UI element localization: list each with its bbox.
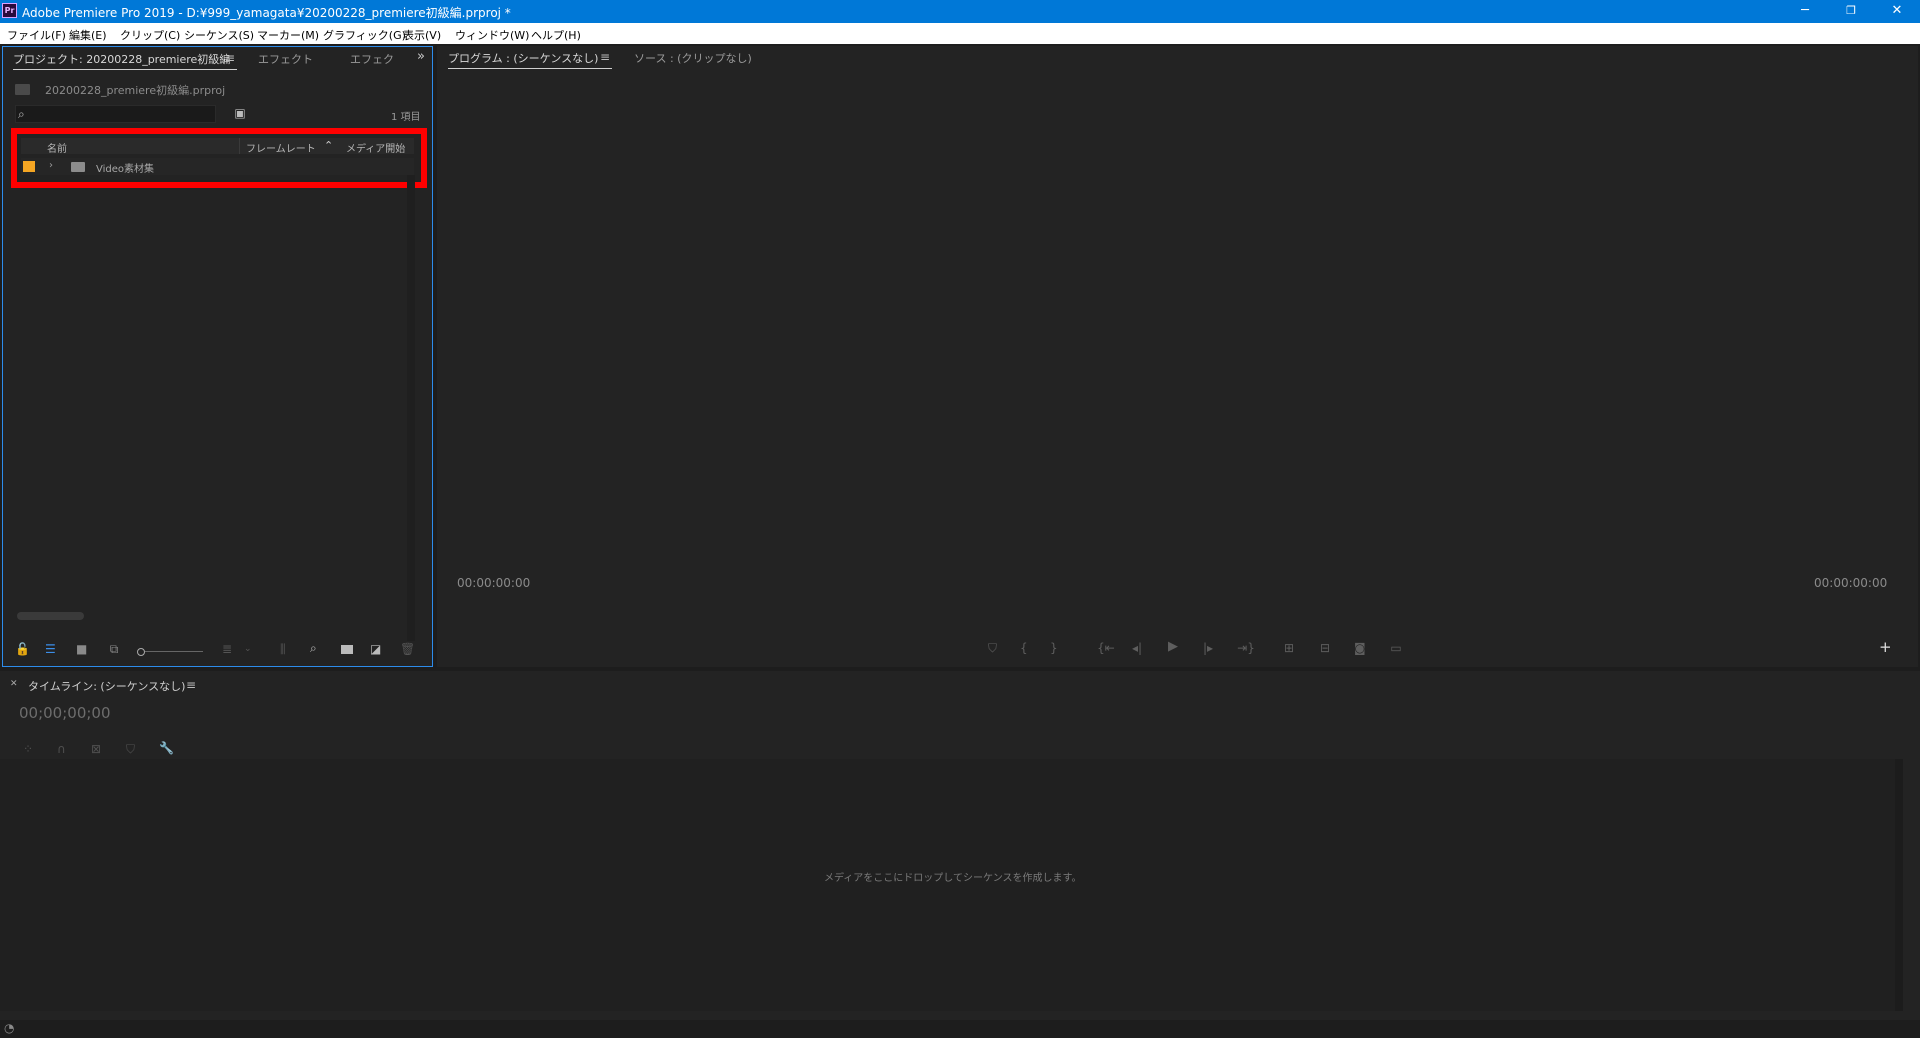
window-title: Adobe Premiere Pro 2019 - D:¥999_yamagat… <box>22 6 511 20</box>
duration-timecode: 00:00:00:00 <box>1814 576 1888 590</box>
menu-file[interactable]: ファイル(F) <box>7 27 66 43</box>
menu-view[interactable]: 表示(V) <box>403 27 441 43</box>
overflow-chevron-icon[interactable]: » <box>417 50 425 64</box>
list-view-icon[interactable]: ☰ <box>45 642 56 656</box>
sort-dropdown-icon[interactable]: ⌄ <box>244 642 252 656</box>
nest-sequence-icon[interactable]: ⁘ <box>23 742 33 756</box>
project-panel: プロジェクト: 20200228_premiere初級編 ≡ エフェクト エフェ… <box>2 46 433 667</box>
wrench-icon[interactable]: 🔧 <box>159 741 174 755</box>
close-window-button[interactable]: ✕ <box>1874 0 1920 23</box>
close-icon[interactable]: ✕ <box>10 677 18 691</box>
lock-icon[interactable]: 🔓 <box>15 642 30 656</box>
export-frame-camera-icon[interactable]: ◙ <box>1354 641 1366 655</box>
tab-source[interactable]: ソース : (クリップなし) <box>634 50 752 66</box>
comparison-view-icon[interactable]: ▭ <box>1386 641 1406 655</box>
menu-bar: ファイル(F) 編集(E) クリップ(C) シーケンス(S) マーカー(M) グ… <box>0 23 1920 44</box>
creative-cloud-sync-icon[interactable]: ◔ <box>4 1021 14 1035</box>
timeline-panel: ✕ タイムライン: (シーケンスなし) ≡ 00;00;00;00 ⁘ ∩ ⊠ … <box>0 671 1920 1020</box>
add-marker-icon[interactable]: ⛉ <box>988 641 997 655</box>
freeform-view-icon[interactable]: ⧉ <box>104 642 124 656</box>
trash-icon[interactable]: 🗑 <box>400 642 415 656</box>
button-editor-plus-icon[interactable]: + <box>1879 640 1892 655</box>
tab-effects-truncated[interactable]: エフェク <box>350 51 394 67</box>
menu-graphics[interactable]: グラフィック(G) <box>323 27 406 43</box>
zoom-slider-track[interactable] <box>145 651 203 652</box>
search-icon: ⌕ <box>18 107 25 121</box>
minimize-button[interactable]: ─ <box>1782 0 1828 23</box>
extract-icon[interactable]: ⊟ <box>1316 641 1334 655</box>
snap-magnet-icon[interactable]: ∩ <box>57 742 66 756</box>
title-bar: Pr Adobe Premiere Pro 2019 - D:¥999_yama… <box>0 0 1920 23</box>
active-tab-indicator <box>448 68 612 69</box>
menu-edit[interactable]: 編集(E) <box>69 27 107 43</box>
menu-help[interactable]: ヘルプ(H) <box>531 27 581 43</box>
vertical-scrollbar[interactable] <box>407 175 415 641</box>
timeline-vertical-scrollbar[interactable] <box>1895 759 1903 1011</box>
project-bin-icon <box>15 84 30 95</box>
restore-button[interactable]: ❐ <box>1828 0 1874 23</box>
project-file-name: 20200228_premiere初級編.prproj <box>45 84 226 97</box>
new-bin-icon[interactable] <box>341 645 353 654</box>
status-bar: ◔ <box>0 1020 1920 1038</box>
panel-menu-icon[interactable]: ≡ <box>186 678 196 692</box>
menu-sequence[interactable]: シーケンス(S) <box>184 27 254 43</box>
linked-selection-icon[interactable]: ⊠ <box>91 742 101 756</box>
panel-menu-icon[interactable]: ≡ <box>600 50 610 64</box>
new-item-icon[interactable]: ◪ <box>370 642 381 656</box>
lift-icon[interactable]: ⊞ <box>1280 641 1298 655</box>
tab-project[interactable]: プロジェクト: 20200228_premiere初級編 <box>13 51 230 67</box>
find-icon[interactable]: ⌕ <box>310 641 317 655</box>
step-back-icon[interactable]: ◂| <box>1132 641 1142 655</box>
horizontal-scrollbar[interactable] <box>17 612 84 620</box>
program-monitor-panel: プログラム : (シーケンスなし) ≡ ソース : (クリップなし) 00:00… <box>437 46 1918 667</box>
timeline-timecode[interactable]: 00;00;00;00 <box>19 704 111 722</box>
active-tab-indicator <box>13 69 237 70</box>
menu-window[interactable]: ウィンドウ(W) <box>455 27 529 43</box>
panel-menu-icon[interactable]: ≡ <box>225 51 235 65</box>
play-icon[interactable]: ▶ <box>1168 640 1178 654</box>
sort-icon[interactable]: ≣ <box>222 642 232 656</box>
menu-marker[interactable]: マーカー(M) <box>257 27 319 43</box>
playhead-timecode[interactable]: 00:00:00:00 <box>457 576 530 590</box>
annotation-highlight-box <box>11 128 427 188</box>
add-marker-icon[interactable]: ⛉ <box>126 742 135 756</box>
tab-program[interactable]: プログラム : (シーケンスなし) <box>448 50 598 66</box>
mark-out-icon[interactable]: } <box>1050 641 1058 655</box>
icon-view-icon[interactable]: ■ <box>76 642 87 656</box>
item-count: 1 項目 <box>391 112 421 123</box>
zoom-slider-handle[interactable] <box>137 648 145 656</box>
menu-clip[interactable]: クリップ(C) <box>120 27 180 43</box>
automate-to-sequence-icon[interactable]: ⫼ <box>280 642 286 656</box>
premiere-app-icon: Pr <box>2 3 17 18</box>
tab-effects[interactable]: エフェクト <box>258 51 313 67</box>
drop-hint-text: メディアをここにドロップしてシーケンスを作成します。 <box>824 873 1082 884</box>
mark-in-icon[interactable]: { <box>1020 641 1028 655</box>
step-forward-icon[interactable]: |▸ <box>1203 641 1213 655</box>
go-to-out-icon[interactable]: ⇥} <box>1237 641 1255 655</box>
search-input[interactable] <box>15 105 216 123</box>
new-search-bin-icon[interactable]: ▣ <box>232 106 248 120</box>
timeline-drop-area[interactable] <box>0 759 1895 1011</box>
go-to-in-icon[interactable]: {⇤ <box>1097 641 1115 655</box>
tab-timeline[interactable]: タイムライン: (シーケンスなし) <box>28 678 185 694</box>
